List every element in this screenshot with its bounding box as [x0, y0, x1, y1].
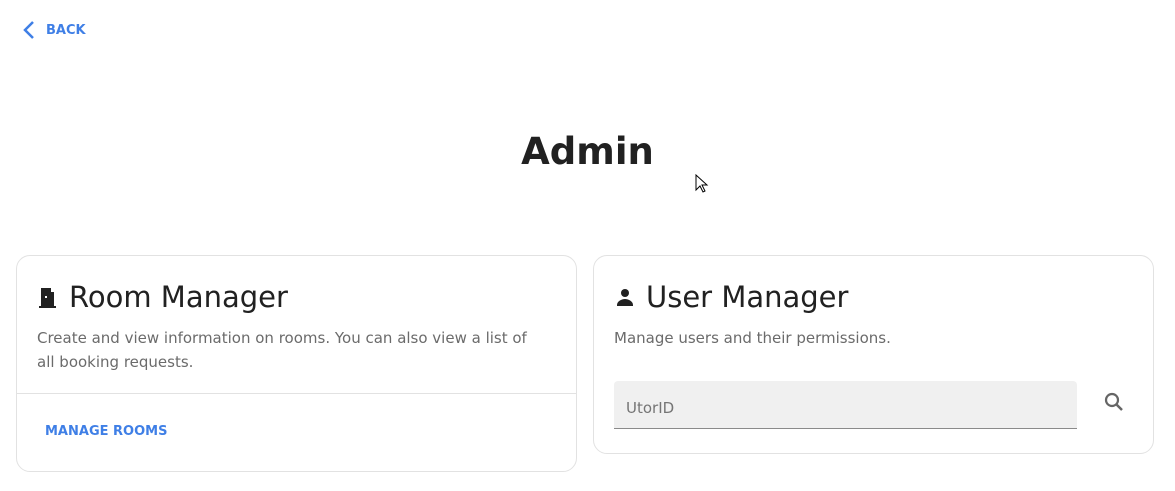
user-manager-title: User Manager [614, 280, 848, 314]
page-title: Admin [521, 130, 654, 173]
room-manager-title: Room Manager [37, 280, 288, 314]
divider [17, 393, 576, 394]
user-manager-card: User Manager Manage users and their perm… [593, 255, 1154, 454]
manage-rooms-button[interactable]: MANAGE ROOMS [45, 424, 167, 439]
chevron-left-icon [23, 21, 34, 39]
door-icon [39, 288, 56, 308]
mouse-cursor-icon [695, 174, 709, 193]
back-label: BACK [46, 22, 86, 38]
room-manager-description: Create and view information on rooms. Yo… [37, 329, 527, 371]
utorid-input[interactable] [614, 381, 1077, 428]
utorid-field[interactable] [614, 381, 1077, 429]
person-icon [617, 289, 633, 306]
user-manager-description: Manage users and their permissions. [614, 329, 891, 347]
back-button[interactable]: BACK [22, 20, 86, 40]
room-manager-card: Room Manager Create and view information… [16, 255, 577, 472]
search-icon[interactable] [1102, 390, 1126, 414]
